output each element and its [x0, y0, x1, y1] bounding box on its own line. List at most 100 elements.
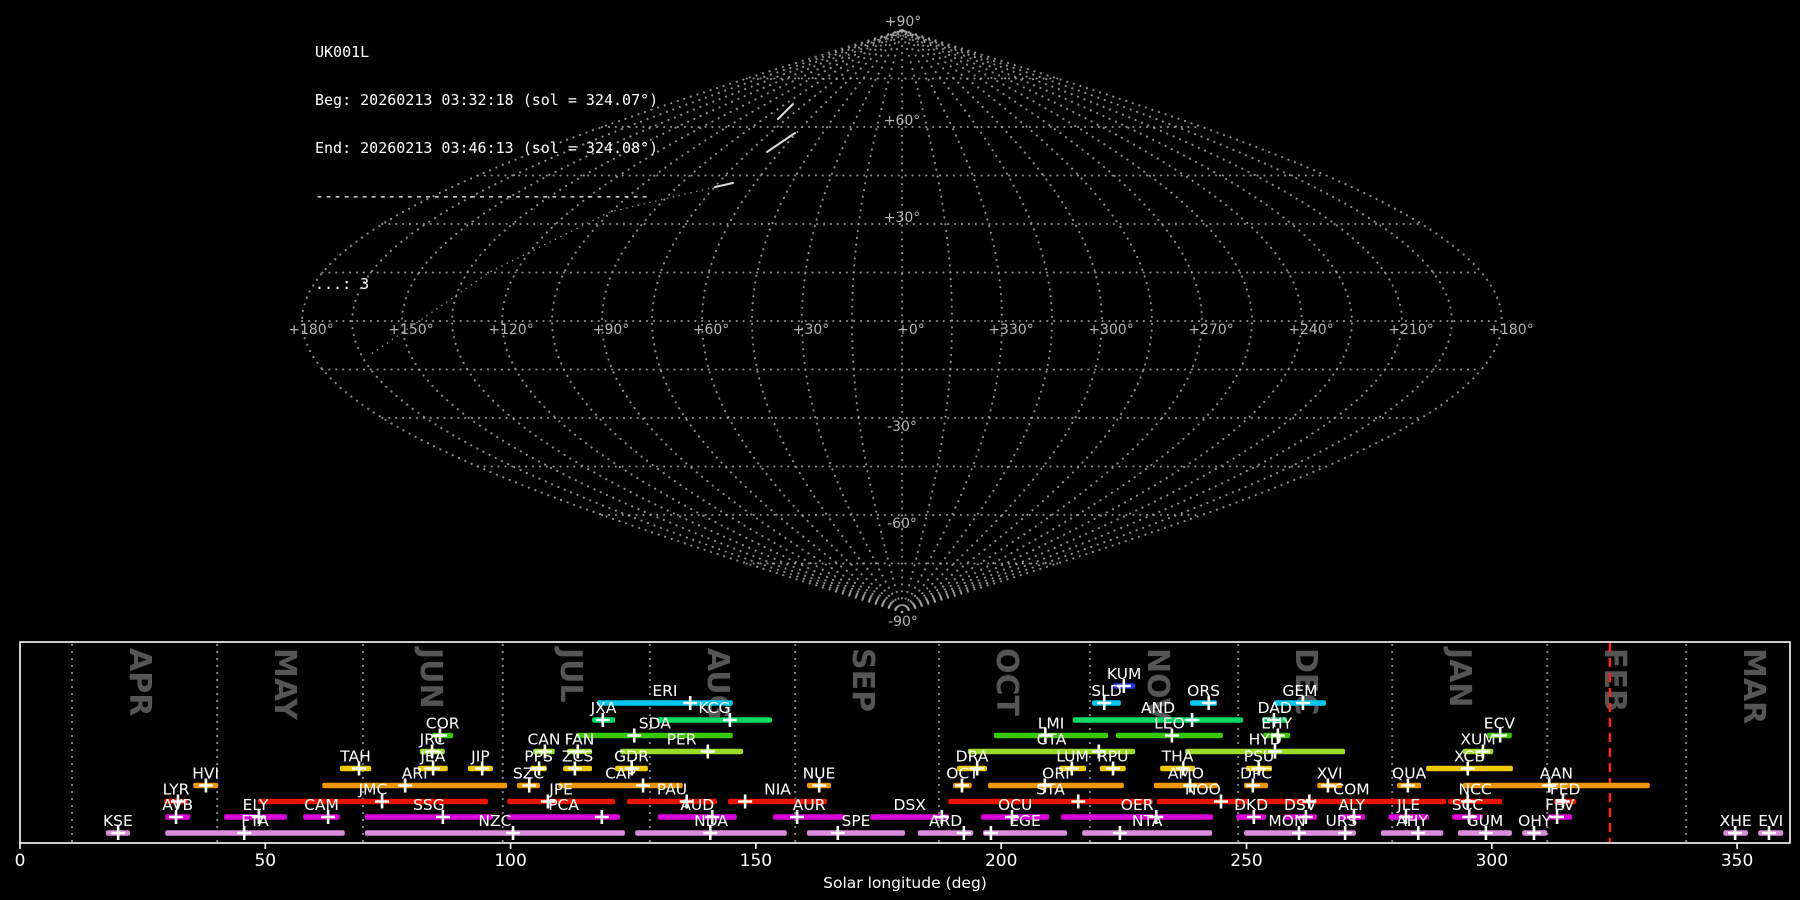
- x-axis-tick-label: 100: [494, 851, 526, 871]
- shower-label-NIA: NIA: [764, 781, 791, 799]
- month-label: JUN: [413, 646, 448, 709]
- shower-label-XCB: XCB: [1454, 748, 1485, 766]
- shower-label-NDA: NDA: [694, 812, 728, 830]
- shower-peak-marker-ERI: [683, 696, 698, 710]
- shower-bar-SSG: [364, 814, 493, 820]
- shower-label-JEA: JEA: [419, 748, 445, 766]
- begin-time: Beg: 20260213 03:32:18 (sol = 324.07°): [315, 91, 659, 109]
- shower-label-DKD: DKD: [1234, 796, 1268, 814]
- map-label-latitude: -60°: [887, 516, 917, 532]
- shower-bar-MON: [1244, 830, 1330, 836]
- shower-label-LEO: LEO: [1154, 715, 1185, 733]
- shower-peak-marker-EGE: [983, 826, 998, 840]
- month-label: JAN: [1442, 646, 1477, 708]
- map-label-latitude: +60°: [884, 113, 921, 129]
- shower-label-QUA: QUA: [1392, 765, 1427, 783]
- map-label-latitude: +30°: [884, 210, 921, 226]
- map-label-longitude: +150°: [388, 322, 433, 338]
- shower-label-ORS: ORS: [1187, 682, 1220, 700]
- shower-bar-FTA: [165, 830, 345, 836]
- shower-peak-marker-NIA: [738, 794, 753, 809]
- shower-label-CAP: CAP: [605, 765, 636, 783]
- shower-bar-JMC: [257, 798, 489, 805]
- shower-label-CAN: CAN: [527, 731, 560, 749]
- shower-label-HYD: HYD: [1249, 731, 1282, 749]
- x-axis-tick-label: 50: [254, 851, 276, 871]
- shower-label-GDR: GDR: [614, 748, 649, 766]
- meteor-trail: [766, 132, 796, 153]
- shower-label-DPC: DPC: [1240, 765, 1272, 783]
- shower-label-RPU: RPU: [1097, 748, 1128, 766]
- month-label: OCT: [989, 648, 1024, 717]
- month-label: MAY: [267, 648, 302, 721]
- month-label: JUL: [553, 646, 588, 703]
- shower-label-PCA: PCA: [548, 796, 579, 814]
- shower-label-MON: MON: [1268, 812, 1305, 830]
- shower-label-STA: STA: [1036, 781, 1065, 799]
- shower-label-PPS: PPS: [524, 748, 553, 766]
- shower-bar-SPE: [806, 830, 906, 836]
- shower-label-JRC: JRC: [419, 731, 445, 749]
- shower-label-FTA: FTA: [241, 812, 269, 830]
- shower-label-SLD: SLD: [1091, 682, 1121, 700]
- shower-label-DRA: DRA: [956, 748, 989, 766]
- shower-label-KSE: KSE: [103, 812, 133, 830]
- map-label-longitude: +330°: [988, 322, 1033, 338]
- shower-peak-marker-PER: [700, 744, 715, 759]
- shower-label-XUM: XUM: [1460, 731, 1495, 749]
- shower-label-CTA: CTA: [1037, 731, 1067, 749]
- shower-label-ERI: ERI: [652, 682, 677, 700]
- station-id: UK001L: [315, 43, 370, 61]
- shower-label-AHY: AHY: [1396, 812, 1428, 830]
- shower-bar-NZC: [364, 830, 625, 836]
- shower-label-JIP: JIP: [470, 748, 490, 766]
- x-axis-tick-label: 0: [15, 851, 26, 871]
- separator-line: -------------------------------------: [315, 187, 650, 205]
- shower-label-DSX: DSX: [894, 796, 927, 814]
- map-label-longitude: +240°: [1288, 322, 1333, 338]
- shower-label-HVI: HVI: [192, 765, 219, 783]
- shower-label-XHE: XHE: [1720, 812, 1752, 830]
- sky-map: +90° -90° +60° +30° -30° -60° +180° +150° +120° +…: [288, 14, 1533, 630]
- shower-peak-marker-STA: [1071, 794, 1086, 809]
- shower-label-THA: THA: [1161, 748, 1194, 766]
- shower-label-LUM: LUM: [1056, 748, 1089, 766]
- x-axis-tick-label: 300: [1476, 851, 1508, 871]
- shower-bar-ARI: [322, 782, 508, 789]
- x-axis-tick-label: 250: [1230, 851, 1262, 871]
- x-axis-tick-label: 350: [1721, 851, 1753, 871]
- map-label-longitude: +270°: [1188, 322, 1233, 338]
- shower-label-KCG: KCG: [698, 699, 730, 717]
- shower-label-NZC: NZC: [478, 812, 511, 830]
- shower-label-NTA: NTA: [1132, 812, 1163, 830]
- shower-label-ZCS: ZCS: [562, 748, 593, 766]
- map-label-longitude: +180°: [1488, 322, 1533, 338]
- map-label-longitude: +60°: [693, 322, 730, 338]
- shower-label-SSG: SSG: [413, 796, 445, 814]
- meteor-trail: [777, 103, 794, 120]
- shower-label-GUM: GUM: [1467, 812, 1504, 830]
- shower-timeline-chart: APR MAY JUN JUL AUG SEP OCT NOV DEC JAN FEB MARKUME…: [15, 641, 1791, 892]
- shower-label-NOO: NOO: [1185, 781, 1221, 799]
- shower-bar-NTA: [1082, 830, 1213, 836]
- shower-label-OHY: OHY: [1518, 812, 1552, 830]
- shower-label-PSU: PSU: [1244, 748, 1275, 766]
- shower-label-ARI: ARI: [402, 765, 428, 783]
- meteor-analysis-screen: +90° -90° +60° +30° -30° -60° +180° +150° +120° +…: [0, 0, 1800, 900]
- end-time: End: 20260213 03:46:13 (sol = 324.08°): [315, 139, 659, 157]
- shower-label-ARD: ARD: [929, 812, 962, 830]
- shower-bar-KCG: [656, 717, 773, 723]
- shower-label-PER: PER: [667, 731, 697, 749]
- info-panel: UK001L Beg: 20260213 03:32:18 (sol = 324…: [315, 12, 658, 324]
- shower-label-KUM: KUM: [1107, 665, 1141, 683]
- shower-label-EVI: EVI: [1758, 812, 1783, 830]
- map-label-longitude: +300°: [1088, 322, 1133, 338]
- x-axis-title: Solar longitude (deg): [823, 874, 987, 892]
- shower-label-SZC: SZC: [513, 765, 544, 783]
- month-label: SEP: [845, 648, 880, 712]
- shower-label-OCT: OCT: [946, 765, 979, 783]
- shower-label-EGE: EGE: [1009, 812, 1041, 830]
- map-label-longitude: +120°: [488, 322, 533, 338]
- map-label-latitude: -30°: [887, 419, 917, 435]
- shower-bar-AUR: [773, 814, 846, 820]
